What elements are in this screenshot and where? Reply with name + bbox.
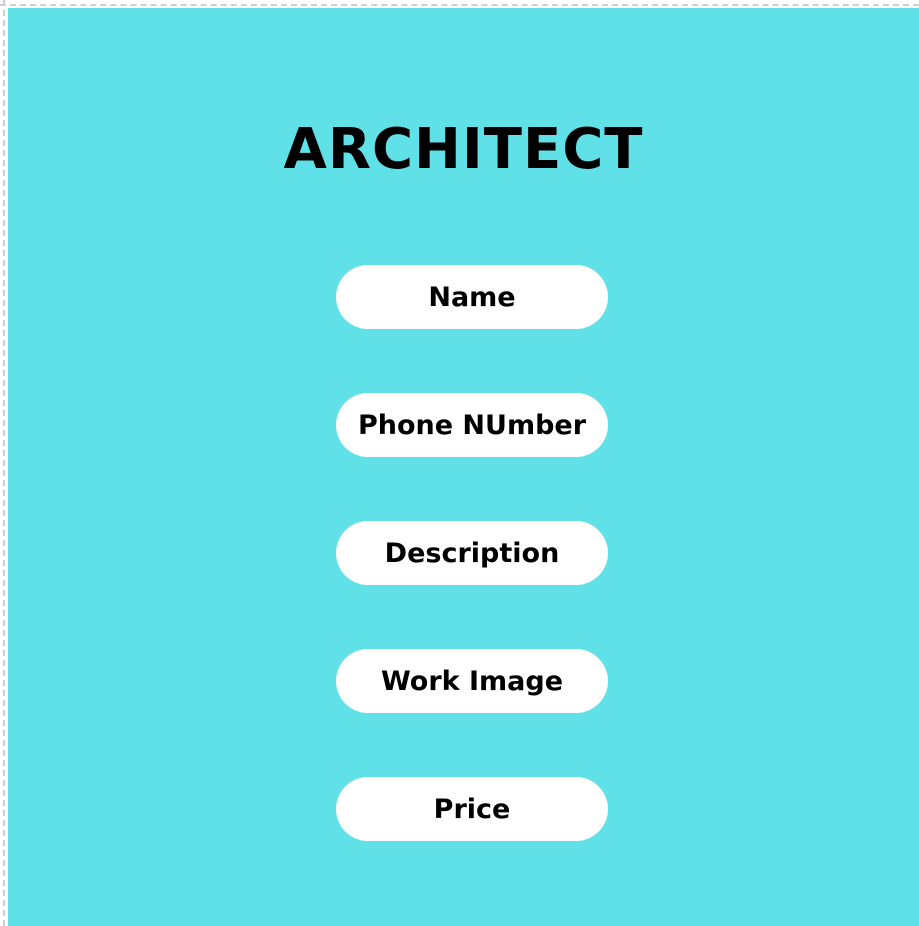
description-field-label: Description bbox=[384, 537, 560, 569]
phone-number-field[interactable]: Phone NUmber bbox=[336, 393, 608, 457]
top-dashed-guide bbox=[0, 4, 919, 6]
form-panel: ARCHITECT Name Phone NUmber Description … bbox=[8, 8, 919, 926]
name-field-label: Name bbox=[428, 281, 516, 313]
price-field-label: Price bbox=[433, 793, 511, 825]
work-image-field[interactable]: Work Image bbox=[336, 649, 608, 713]
page-title: ARCHITECT bbox=[283, 117, 644, 182]
phone-number-field-label: Phone NUmber bbox=[357, 409, 587, 441]
description-field[interactable]: Description bbox=[336, 521, 608, 585]
work-image-field-label: Work Image bbox=[380, 665, 564, 697]
left-dashed-guide bbox=[3, 0, 5, 926]
canvas: ARCHITECT Name Phone NUmber Description … bbox=[0, 0, 919, 926]
name-field[interactable]: Name bbox=[336, 265, 608, 329]
price-field[interactable]: Price bbox=[336, 777, 608, 841]
